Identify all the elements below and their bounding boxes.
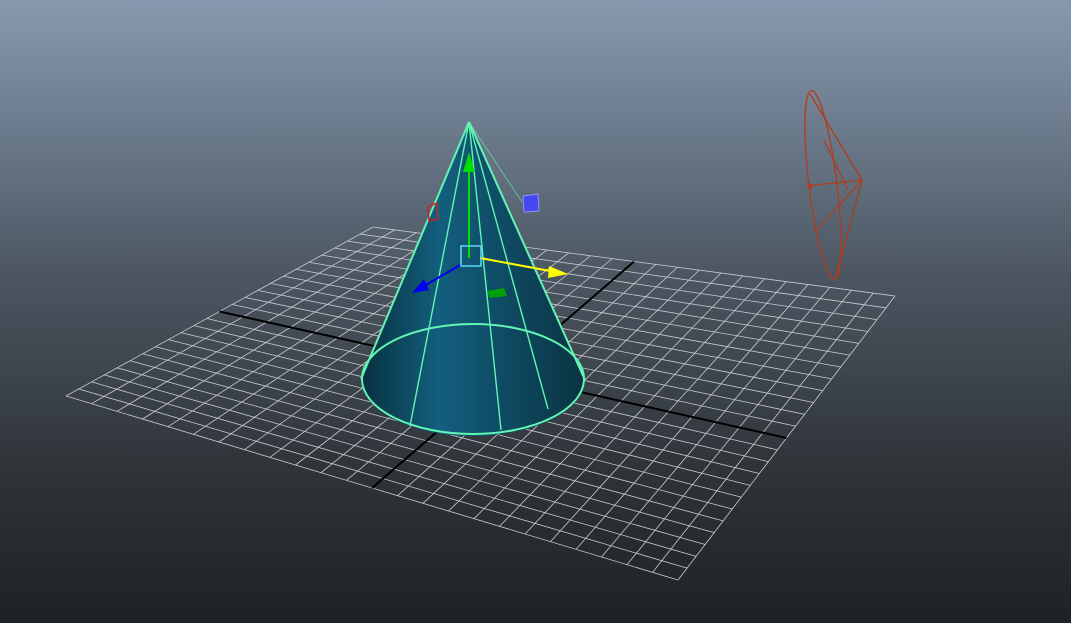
spot-light-edge: [809, 93, 863, 181]
spot-light-cone-base: [804, 90, 842, 280]
scene-canvas[interactable]: [0, 0, 1071, 623]
spot-light[interactable]: [798, 89, 863, 281]
3d-viewport[interactable]: [0, 0, 1071, 623]
spot-light-pivot[interactable]: [807, 183, 813, 189]
xy-plane-handle[interactable]: [522, 193, 540, 213]
spot-light-edge: [806, 179, 863, 187]
